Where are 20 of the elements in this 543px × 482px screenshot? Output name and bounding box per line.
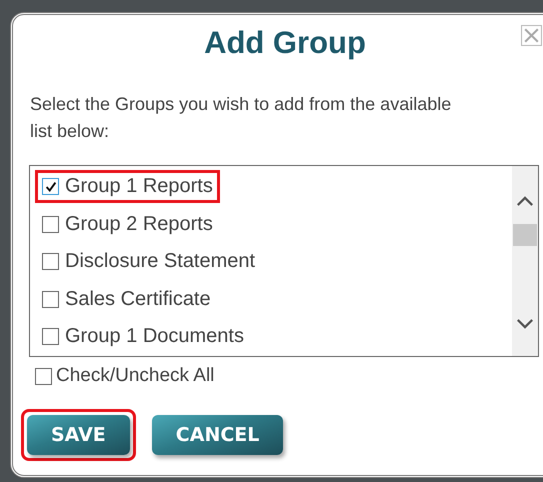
dialog-button[interactable]: SAVE — [27, 415, 130, 455]
group-option[interactable]: Group 1 Reports — [35, 170, 220, 203]
scroll-thumb[interactable] — [513, 224, 537, 246]
checkbox[interactable] — [42, 178, 59, 195]
dialog-button[interactable]: CANCEL — [152, 415, 284, 455]
group-option[interactable]: Disclosure Statement — [35, 245, 262, 278]
group-option[interactable]: Group 1 Documents — [35, 320, 251, 353]
dialog-title: Add Group — [204, 25, 366, 62]
checkbox[interactable] — [42, 290, 59, 308]
scrollbar[interactable] — [512, 166, 538, 356]
checkbox[interactable] — [42, 253, 59, 270]
checkbox[interactable] — [42, 216, 59, 232]
scroll-up-icon[interactable] — [516, 196, 534, 207]
scroll-down-icon[interactable] — [516, 318, 534, 329]
group-option[interactable]: Sales Certificate — [35, 282, 218, 316]
group-option[interactable]: Group 2 Reports — [35, 208, 220, 240]
instructions-text: Select the Groups you wish to add from the available list below: — [30, 93, 452, 143]
check-all-option[interactable]: Check/Uncheck All — [35, 365, 214, 387]
checkbox[interactable] — [35, 368, 52, 384]
checkbox[interactable] — [42, 328, 59, 345]
